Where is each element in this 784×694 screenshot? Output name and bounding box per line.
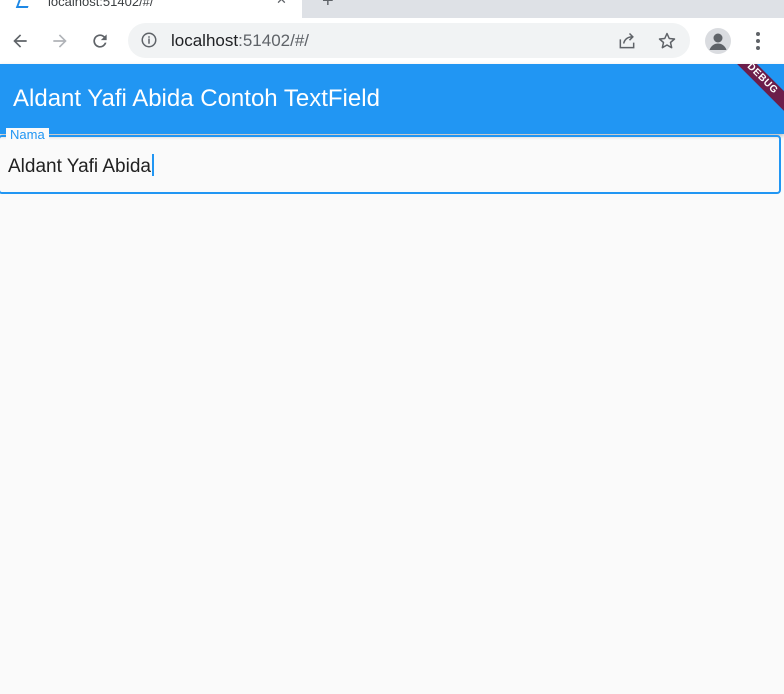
app-bar-title: Aldant Yafi Abida Contoh TextField — [13, 85, 380, 112]
text-field-value: Aldant Yafi Abida — [8, 156, 151, 177]
nama-text-field[interactable]: Nama Aldant Yafi Abida — [0, 128, 781, 194]
profile-button[interactable] — [705, 28, 731, 54]
star-icon[interactable] — [657, 31, 677, 51]
tab-close-icon[interactable]: ✕ — [276, 0, 287, 8]
flutter-favicon-icon — [15, 0, 33, 8]
text-cursor — [151, 154, 154, 176]
profile-icon — [709, 33, 727, 50]
forward-button[interactable] — [45, 18, 75, 64]
browser-toolbar: localhost:51402/#/ — [0, 18, 784, 64]
tab-title: localhost:51402/#/ — [48, 0, 154, 9]
text-field-value-wrapper[interactable]: Aldant Yafi Abida — [8, 154, 154, 178]
new-tab-button[interactable]: + — [322, 0, 334, 13]
info-icon[interactable] — [140, 31, 158, 49]
share-icon[interactable] — [617, 31, 637, 51]
address-bar[interactable]: localhost:51402/#/ — [128, 23, 690, 58]
back-button[interactable] — [5, 18, 35, 64]
debug-banner: DEBUG — [714, 64, 784, 127]
text-field-label: Nama — [6, 128, 49, 142]
url-text[interactable]: localhost:51402/#/ — [171, 31, 309, 51]
url-path: :51402/#/ — [238, 31, 310, 50]
reload-icon — [93, 34, 107, 48]
url-host: localhost — [171, 31, 239, 50]
tab-strip: localhost:51402/#/ ✕ + — [0, 0, 784, 18]
reload-button[interactable] — [85, 18, 115, 64]
more-vert-icon[interactable] — [748, 29, 768, 53]
browser-tab[interactable]: localhost:51402/#/ ✕ — [0, 0, 302, 18]
app-bar: Aldant Yafi Abida Contoh TextField DEBUG — [0, 64, 784, 134]
back-arrow-icon — [13, 34, 27, 48]
forward-arrow-icon — [53, 34, 67, 48]
